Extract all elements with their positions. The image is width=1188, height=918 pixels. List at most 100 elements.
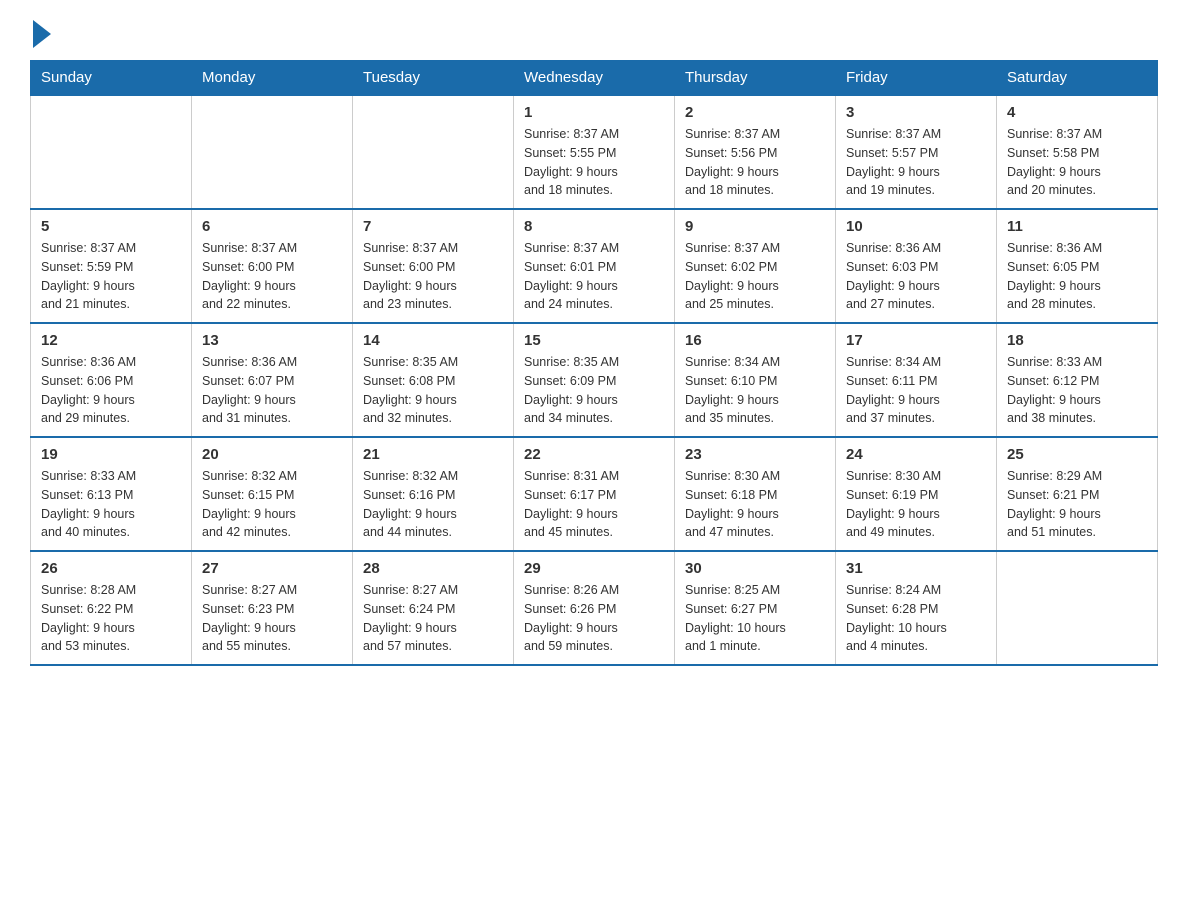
day-info: Sunrise: 8:36 AM Sunset: 6:03 PM Dayligh…	[846, 239, 986, 314]
day-number: 1	[524, 104, 664, 121]
day-number: 8	[524, 218, 664, 235]
calendar-cell: 4Sunrise: 8:37 AM Sunset: 5:58 PM Daylig…	[997, 95, 1158, 209]
day-number: 26	[41, 560, 181, 577]
calendar-cell: 22Sunrise: 8:31 AM Sunset: 6:17 PM Dayli…	[514, 437, 675, 551]
day-info: Sunrise: 8:37 AM Sunset: 5:59 PM Dayligh…	[41, 239, 181, 314]
calendar-cell: 6 Sunrise: 8:37 AM Sunset: 6:00 PM Daylig…	[192, 209, 353, 323]
calendar-cell: 2Sunrise: 8:37 AM Sunset: 5:56 PM Daylig…	[675, 95, 836, 209]
day-number: 16	[685, 332, 825, 349]
day-number: 2	[685, 104, 825, 121]
calendar-week-row: 19Sunrise: 8:33 AM Sunset: 6:13 PM Dayli…	[31, 437, 1158, 551]
day-info: Sunrise: 8:26 AM Sunset: 6:26 PM Dayligh…	[524, 581, 664, 656]
calendar-cell: 27 Sunrise: 8:27 AM Sunset: 6:23 PM Dayli…	[192, 551, 353, 665]
day-number: 24	[846, 446, 986, 463]
calendar-cell: 31 Sunrise: 8:24 AM Sunset: 6:28 PM Dayli…	[836, 551, 997, 665]
day-info: Sunrise: 8:30 AM Sunset: 6:18 PM Dayligh…	[685, 467, 825, 542]
day-number: 11	[1007, 218, 1147, 235]
day-info: Sunrise: 8:33 AM Sunset: 6:12 PM Dayligh…	[1007, 353, 1147, 428]
day-info: Sunrise: 8:36 AM Sunset: 6:05 PM Dayligh…	[1007, 239, 1147, 314]
day-number: 22	[524, 446, 664, 463]
day-info: Sunrise: 8:37 AM Sunset: 6:00 PM Dayligh…	[202, 239, 342, 314]
calendar-cell: 17 Sunrise: 8:34 AM Sunset: 6:11 PM Dayli…	[836, 323, 997, 437]
calendar-header-row: SundayMondayTuesdayWednesdayThursdayFrid…	[31, 61, 1158, 96]
calendar-cell: 7 Sunrise: 8:37 AM Sunset: 6:00 PM Daylig…	[353, 209, 514, 323]
calendar-cell	[31, 95, 192, 209]
day-info: Sunrise: 8:32 AM Sunset: 6:16 PM Dayligh…	[363, 467, 503, 542]
day-info: Sunrise: 8:27 AM Sunset: 6:23 PM Dayligh…	[202, 581, 342, 656]
day-number: 31	[846, 560, 986, 577]
day-info: Sunrise: 8:28 AM Sunset: 6:22 PM Dayligh…	[41, 581, 181, 656]
calendar-cell: 28 Sunrise: 8:27 AM Sunset: 6:24 PM Dayli…	[353, 551, 514, 665]
calendar-cell: 8 Sunrise: 8:37 AM Sunset: 6:01 PM Daylig…	[514, 209, 675, 323]
logo-arrow-icon	[33, 20, 51, 48]
day-number: 23	[685, 446, 825, 463]
day-info: Sunrise: 8:34 AM Sunset: 6:11 PM Dayligh…	[846, 353, 986, 428]
day-number: 6	[202, 218, 342, 235]
weekday-header-monday: Monday	[192, 61, 353, 96]
day-number: 17	[846, 332, 986, 349]
calendar-cell: 21 Sunrise: 8:32 AM Sunset: 6:16 PM Dayli…	[353, 437, 514, 551]
day-info: Sunrise: 8:37 AM Sunset: 5:57 PM Dayligh…	[846, 125, 986, 200]
day-number: 18	[1007, 332, 1147, 349]
calendar-cell: 5 Sunrise: 8:37 AM Sunset: 5:59 PM Daylig…	[31, 209, 192, 323]
calendar-cell: 18 Sunrise: 8:33 AM Sunset: 6:12 PM Dayli…	[997, 323, 1158, 437]
day-info: Sunrise: 8:35 AM Sunset: 6:08 PM Dayligh…	[363, 353, 503, 428]
day-number: 25	[1007, 446, 1147, 463]
day-number: 7	[363, 218, 503, 235]
weekday-header-friday: Friday	[836, 61, 997, 96]
calendar-cell	[997, 551, 1158, 665]
weekday-header-wednesday: Wednesday	[514, 61, 675, 96]
day-number: 5	[41, 218, 181, 235]
calendar-cell: 23 Sunrise: 8:30 AM Sunset: 6:18 PM Dayli…	[675, 437, 836, 551]
day-number: 29	[524, 560, 664, 577]
calendar-cell: 19Sunrise: 8:33 AM Sunset: 6:13 PM Dayli…	[31, 437, 192, 551]
calendar-cell: 14 Sunrise: 8:35 AM Sunset: 6:08 PM Dayli…	[353, 323, 514, 437]
day-info: Sunrise: 8:32 AM Sunset: 6:15 PM Dayligh…	[202, 467, 342, 542]
calendar-cell	[192, 95, 353, 209]
calendar-week-row: 12Sunrise: 8:36 AM Sunset: 6:06 PM Dayli…	[31, 323, 1158, 437]
day-number: 21	[363, 446, 503, 463]
day-info: Sunrise: 8:30 AM Sunset: 6:19 PM Dayligh…	[846, 467, 986, 542]
day-number: 28	[363, 560, 503, 577]
day-info: Sunrise: 8:33 AM Sunset: 6:13 PM Dayligh…	[41, 467, 181, 542]
logo	[30, 20, 51, 44]
day-number: 14	[363, 332, 503, 349]
calendar-cell: 3 Sunrise: 8:37 AM Sunset: 5:57 PM Daylig…	[836, 95, 997, 209]
day-number: 20	[202, 446, 342, 463]
calendar-cell: 25 Sunrise: 8:29 AM Sunset: 6:21 PM Dayli…	[997, 437, 1158, 551]
day-number: 13	[202, 332, 342, 349]
day-info: Sunrise: 8:37 AM Sunset: 6:02 PM Dayligh…	[685, 239, 825, 314]
day-info: Sunrise: 8:24 AM Sunset: 6:28 PM Dayligh…	[846, 581, 986, 656]
day-info: Sunrise: 8:37 AM Sunset: 6:01 PM Dayligh…	[524, 239, 664, 314]
calendar-cell: 13 Sunrise: 8:36 AM Sunset: 6:07 PM Dayli…	[192, 323, 353, 437]
calendar-cell: 20 Sunrise: 8:32 AM Sunset: 6:15 PM Dayli…	[192, 437, 353, 551]
day-number: 12	[41, 332, 181, 349]
day-number: 3	[846, 104, 986, 121]
calendar-cell: 12Sunrise: 8:36 AM Sunset: 6:06 PM Dayli…	[31, 323, 192, 437]
calendar-table: SundayMondayTuesdayWednesdayThursdayFrid…	[30, 60, 1158, 666]
calendar-cell: 30 Sunrise: 8:25 AM Sunset: 6:27 PM Dayli…	[675, 551, 836, 665]
calendar-cell: 1 Sunrise: 8:37 AM Sunset: 5:55 PM Daylig…	[514, 95, 675, 209]
day-info: Sunrise: 8:37 AM Sunset: 5:55 PM Dayligh…	[524, 125, 664, 200]
weekday-header-saturday: Saturday	[997, 61, 1158, 96]
day-info: Sunrise: 8:35 AM Sunset: 6:09 PM Dayligh…	[524, 353, 664, 428]
calendar-cell: 16Sunrise: 8:34 AM Sunset: 6:10 PM Dayli…	[675, 323, 836, 437]
calendar-week-row: 1 Sunrise: 8:37 AM Sunset: 5:55 PM Daylig…	[31, 95, 1158, 209]
day-info: Sunrise: 8:29 AM Sunset: 6:21 PM Dayligh…	[1007, 467, 1147, 542]
day-info: Sunrise: 8:37 AM Sunset: 6:00 PM Dayligh…	[363, 239, 503, 314]
day-info: Sunrise: 8:27 AM Sunset: 6:24 PM Dayligh…	[363, 581, 503, 656]
calendar-week-row: 26 Sunrise: 8:28 AM Sunset: 6:22 PM Dayli…	[31, 551, 1158, 665]
day-info: Sunrise: 8:37 AM Sunset: 5:58 PM Dayligh…	[1007, 125, 1147, 200]
day-number: 30	[685, 560, 825, 577]
day-number: 9	[685, 218, 825, 235]
day-info: Sunrise: 8:25 AM Sunset: 6:27 PM Dayligh…	[685, 581, 825, 656]
calendar-cell	[353, 95, 514, 209]
day-number: 27	[202, 560, 342, 577]
weekday-header-tuesday: Tuesday	[353, 61, 514, 96]
page-header	[30, 20, 1158, 44]
day-info: Sunrise: 8:36 AM Sunset: 6:07 PM Dayligh…	[202, 353, 342, 428]
calendar-cell: 26 Sunrise: 8:28 AM Sunset: 6:22 PM Dayli…	[31, 551, 192, 665]
calendar-cell: 9 Sunrise: 8:37 AM Sunset: 6:02 PM Daylig…	[675, 209, 836, 323]
weekday-header-thursday: Thursday	[675, 61, 836, 96]
calendar-cell: 15Sunrise: 8:35 AM Sunset: 6:09 PM Dayli…	[514, 323, 675, 437]
